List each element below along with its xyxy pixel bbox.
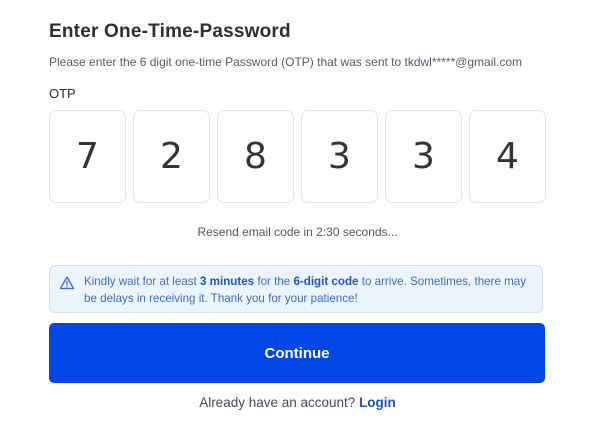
notice-bold-duration: 3 minutes [200,275,255,288]
page-title: Enter One-Time-Password [49,21,291,42]
otp-label: OTP [49,86,76,101]
continue-button[interactable]: Continue [49,323,545,383]
otp-digit-4[interactable]: 3 [301,110,378,203]
otp-input-group: 7 2 8 3 3 4 [49,110,546,203]
otp-digit-1[interactable]: 7 [49,110,126,203]
login-link[interactable]: Login [359,395,396,410]
otp-digit-2[interactable]: 2 [133,110,210,203]
login-prompt-text: Already have an account? [199,395,356,410]
warning-triangle-icon [59,275,75,291]
login-prompt: Already have an account? Login [49,395,546,410]
otp-digit-3[interactable]: 8 [217,110,294,203]
notice-bold-code: 6-digit code [293,275,359,288]
page-subtitle: Please enter the 6 digit one-time Passwo… [49,55,523,69]
otp-digit-6[interactable]: 4 [469,110,546,203]
resend-countdown: Resend email code in 2:30 seconds... [197,225,398,239]
notice-text: Kindly wait for at least 3 minutes for t… [84,275,527,305]
otp-digit-5[interactable]: 3 [385,110,462,203]
info-notice: Kindly wait for at least 3 minutes for t… [49,265,543,313]
